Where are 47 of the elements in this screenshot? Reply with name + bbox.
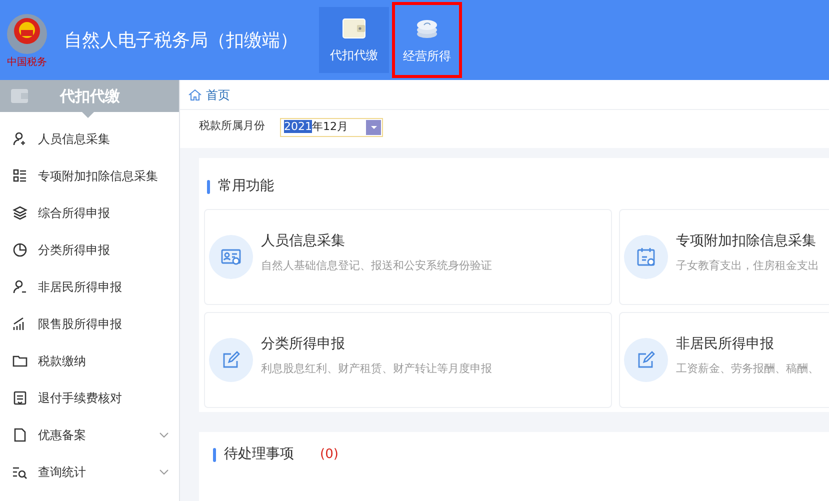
header-tab[interactable]: 代扣代缴 bbox=[319, 7, 389, 73]
sidebar-item[interactable]: 退付手续费核对 bbox=[0, 379, 179, 416]
layers-icon bbox=[12, 204, 28, 220]
sidebar-item[interactable]: 专项附加扣除信息采集 bbox=[0, 157, 179, 194]
sidebar-title: 代扣代缴 bbox=[60, 86, 120, 107]
card-title: 非居民所得申报 bbox=[676, 335, 775, 354]
card-description: 利息股息红利、财产租赁、财产转让等月度申报 bbox=[261, 361, 492, 378]
card-title: 分类所得申报 bbox=[261, 335, 346, 354]
section-title: 常用功能 bbox=[218, 177, 274, 196]
sidebar-item[interactable]: 优惠备案 bbox=[0, 416, 179, 453]
function-card[interactable]: 非居民所得申报 工资薪金、劳务报酬、稿酬、 bbox=[619, 312, 829, 408]
app-title: 自然人电子税务局（扣缴端） bbox=[64, 28, 299, 52]
month-select[interactable]: 2021年12月 bbox=[280, 118, 383, 136]
section-marker bbox=[207, 180, 210, 194]
sidebar-item[interactable]: 限售股所得申报 bbox=[0, 305, 179, 342]
wallet-icon bbox=[341, 16, 367, 40]
document-icon bbox=[12, 390, 28, 406]
section-marker bbox=[213, 448, 216, 462]
chevron-down-icon bbox=[159, 432, 169, 438]
filter-label: 税款所属月份 bbox=[199, 118, 265, 134]
function-card[interactable]: 专项附加扣除信息采集 子女教育支出，住房租金支出 bbox=[619, 209, 829, 305]
emblem-caption: 中国税务 bbox=[7, 58, 47, 68]
calendar-icon bbox=[635, 246, 657, 268]
breadcrumb-link[interactable]: 首页 bbox=[206, 86, 230, 104]
chevron-down-icon bbox=[159, 468, 169, 474]
page-icon bbox=[12, 426, 28, 442]
sidebar-item[interactable]: 非居民所得申报 bbox=[0, 268, 179, 305]
pie-chart-icon bbox=[12, 242, 28, 258]
card-description: 自然人基础信息登记、报送和公安系统身份验证 bbox=[261, 258, 492, 274]
sidebar-item[interactable]: 综合所得申报 bbox=[0, 194, 179, 231]
list-icon bbox=[12, 168, 28, 184]
function-card[interactable]: 人员信息采集 自然人基础信息登记、报送和公安系统身份验证 bbox=[204, 209, 612, 305]
wallet-icon bbox=[10, 88, 30, 104]
person-icon bbox=[12, 130, 28, 146]
sidebar-item[interactable]: 税款缴纳 bbox=[0, 342, 179, 379]
card-description: 子女教育支出，住房租金支出 bbox=[676, 258, 819, 274]
section-title: 待处理事项 bbox=[224, 445, 294, 464]
sidebar-item[interactable]: 分类所得申报 bbox=[0, 231, 179, 268]
card-description: 工资薪金、劳务报酬、稿酬、 bbox=[676, 361, 819, 378]
sidebar-item[interactable]: 查询统计 bbox=[0, 453, 179, 490]
home-icon bbox=[188, 88, 202, 102]
person-icon bbox=[12, 278, 28, 294]
pending-count: (0) bbox=[320, 446, 338, 464]
card-title: 人员信息采集 bbox=[261, 232, 346, 252]
function-card[interactable]: 分类所得申报 利息股息红利、财产租赁、财产转让等月度申报 bbox=[204, 312, 612, 408]
sidebar-item[interactable]: 人员信息采集 bbox=[0, 120, 179, 157]
card-title: 专项附加扣除信息采集 bbox=[676, 232, 817, 252]
